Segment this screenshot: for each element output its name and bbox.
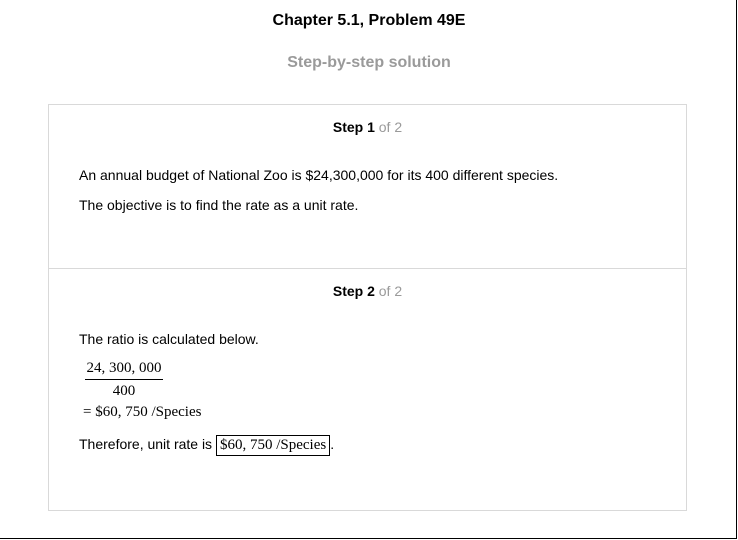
step-2-section: Step 2 of 2 The ratio is calculated belo…: [49, 269, 686, 512]
fraction-denominator: 400: [112, 383, 136, 399]
step-1-section: Step 1 of 2 An annual budget of National…: [49, 105, 686, 269]
step-1-paragraph: An annual budget of National Zoo is $24,…: [79, 167, 559, 183]
step-number: Step 1: [332, 119, 375, 135]
answer-box: $60, 750 /Species: [215, 435, 331, 456]
ratio-fraction: 24, 300, 000 400: [85, 360, 163, 400]
fraction-numerator: 24, 300, 000: [85, 360, 163, 380]
step-2-intro: The ratio is calculated below.: [79, 331, 259, 347]
step-1-header: Step 1 of 2: [49, 119, 686, 135]
ratio-result: = $60, 750 /Species: [83, 404, 202, 420]
step-total: of 2: [378, 119, 403, 135]
page-frame: Chapter 5.1, Problem 49E Step-by-step so…: [0, 0, 737, 539]
chapter-title: Chapter 5.1, Problem 49E: [272, 12, 466, 29]
step-total: of 2: [378, 283, 403, 299]
solution-panel: Step 1 of 2 An annual budget of National…: [48, 104, 687, 511]
solution-subtitle: Step-by-step solution: [287, 54, 451, 71]
step-2-header: Step 2 of 2: [49, 283, 686, 299]
step-2-conclusion: Therefore, unit rate is $60, 750 /Specie…: [79, 435, 334, 456]
step-1-paragraph: The objective is to find the rate as a u…: [79, 197, 359, 213]
conclusion-period: .: [330, 436, 335, 452]
conclusion-text: Therefore, unit rate is: [79, 436, 213, 452]
step-number: Step 2: [332, 283, 375, 299]
